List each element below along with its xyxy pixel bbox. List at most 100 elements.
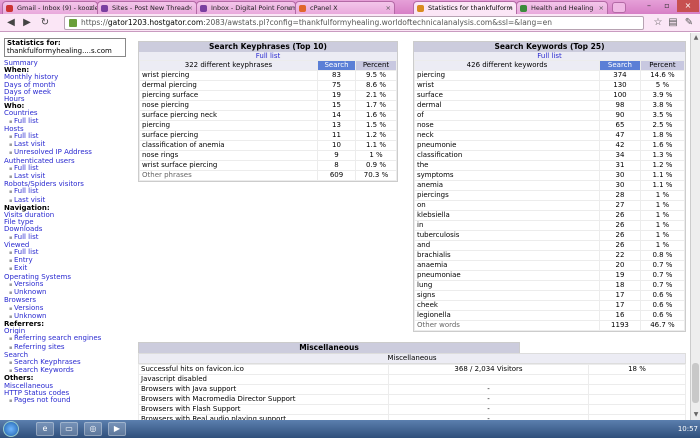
row-percent: 1.7 % — [355, 100, 397, 111]
row-percent: 0.7 % — [639, 260, 686, 271]
close-icon[interactable]: × — [89, 2, 94, 14]
misc-row: Browsers with Flash Support - — [138, 404, 686, 415]
tab-inbox-forum[interactable]: Inbox - Digital Point Forum × — [196, 1, 296, 14]
misc-item-percent: 18 % — [588, 364, 686, 375]
folder-icon[interactable]: ▭ — [60, 422, 78, 436]
row-term: dermal piercing — [139, 80, 318, 91]
row-percent: 1.1 % — [355, 140, 397, 151]
tab-label: Statistics for thankfulform — [428, 4, 513, 12]
misc-item-percent — [588, 384, 686, 395]
forward-arrow-icon[interactable]: ▶ — [20, 16, 34, 30]
row-search-count: 42 — [599, 140, 641, 151]
row-percent: 1.3 % — [639, 150, 686, 161]
col-percent-header: Percent — [355, 60, 397, 71]
row-percent: 1.8 % — [639, 130, 686, 141]
close-icon[interactable]: × — [188, 2, 193, 14]
address-bar[interactable]: https://gator1203.hostgator.com:2083/aws… — [64, 16, 644, 30]
explorer-icon[interactable]: e — [36, 422, 54, 436]
row-term: klebsiella — [414, 210, 600, 221]
row-search-count: 30 — [599, 180, 641, 191]
row-search-count: 75 — [317, 80, 356, 91]
chrome-icon[interactable]: ◎ — [84, 422, 102, 436]
minimize-icon[interactable]: – — [640, 0, 658, 12]
row-percent: 1.6 % — [639, 140, 686, 151]
row-search-count: 47 — [599, 130, 641, 141]
misc-item-value: - — [388, 404, 589, 415]
misc-item-percent — [588, 394, 686, 405]
table-row: classification of anemia 10 1.1 % — [139, 140, 397, 151]
page-content: Statistics for: thankfulformyhealing....… — [0, 33, 690, 420]
row-term: pneumoniae — [414, 270, 600, 281]
keyphrases-title: Search Keyphrases (Top 10) — [139, 42, 397, 52]
url-host: gator1203.hostgator.com — [107, 18, 204, 27]
tab-gmail[interactable]: Gmail - Inbox (9) - koozle × — [2, 1, 98, 14]
close-icon[interactable]: × — [599, 2, 604, 14]
new-tab-button[interactable] — [612, 2, 626, 13]
col-search-header: Search — [317, 60, 356, 71]
scroll-up-icon[interactable]: ▲ — [692, 34, 700, 42]
row-percent: 0.8 % — [639, 250, 686, 261]
page-scrollbar[interactable]: ▲ ▼ — [690, 33, 700, 420]
tab-statistics[interactable]: Statistics for thankfulform × — [413, 1, 517, 14]
row-search-count: 9 — [317, 150, 356, 161]
tab-health[interactable]: Health and Healing × — [516, 1, 608, 14]
row-search-count: 17 — [599, 290, 641, 301]
tab-label: cPanel X — [310, 4, 338, 12]
row-percent: 14.6 % — [639, 70, 686, 81]
misc-item-label: Javascript disabled — [138, 374, 389, 385]
tab-sites[interactable]: Sites - Post New Thread × — [97, 1, 197, 14]
table-row: classification 34 1.3 % — [414, 150, 686, 161]
row-percent: 1 % — [639, 190, 686, 201]
row-search-count: 100 — [599, 90, 641, 101]
row-search-count: 27 — [599, 200, 641, 211]
close-icon[interactable]: × — [287, 2, 292, 14]
row-term: lung — [414, 280, 600, 291]
maximize-icon[interactable]: ▫ — [658, 0, 676, 12]
close-icon[interactable]: × — [508, 2, 513, 14]
scroll-thumb[interactable] — [692, 363, 699, 403]
tab-label: Health and Healing — [531, 4, 594, 12]
table-row: the 31 1.2 % — [414, 160, 686, 171]
row-search-count: 8 — [317, 160, 356, 171]
close-icon[interactable]: × — [386, 2, 391, 14]
other-percent: 46.7 % — [639, 320, 686, 331]
misc-item-value: 368 / 2,034 Visitors — [388, 364, 589, 375]
row-term: symptoms — [414, 170, 600, 181]
row-term: legionella — [414, 310, 600, 321]
row-percent: 0.6 % — [639, 310, 686, 321]
row-term: surface piercing — [139, 130, 318, 141]
keywords-full-list-link[interactable]: Full list — [414, 52, 685, 60]
row-term: surface piercing neck — [139, 110, 318, 121]
keyphrases-full-list-link[interactable]: Full list — [139, 52, 397, 60]
table-row: nose 65 2.5 % — [414, 120, 686, 131]
row-term: nose rings — [139, 150, 318, 161]
row-search-count: 30 — [599, 170, 641, 181]
row-term: surface — [414, 90, 600, 101]
table-row: wrist piercing 83 9.5 % — [139, 70, 397, 81]
tab-strip: Gmail - Inbox (9) - koozle × Sites - Pos… — [0, 0, 700, 14]
table-row: dermal piercing 75 8.6 % — [139, 80, 397, 91]
media-icon[interactable]: ▶ — [108, 422, 126, 436]
row-search-count: 374 — [599, 70, 641, 81]
clock[interactable]: 10:57 — [678, 425, 698, 433]
wrench-icon[interactable]: ✎ — [682, 16, 696, 30]
misc-item-value: - — [388, 384, 589, 395]
system-tray: 10:57 — [678, 421, 698, 437]
start-button[interactable] — [3, 421, 19, 437]
keywords-table: 426 different keywords Search Percent pi… — [414, 60, 686, 331]
page-menu-icon[interactable]: ▤ — [666, 16, 680, 30]
gmail-icon — [6, 5, 13, 12]
misc-item-label: Browsers with Flash Support — [138, 404, 389, 415]
row-percent: 1 % — [639, 240, 686, 251]
window-close-icon[interactable]: × — [677, 0, 699, 12]
back-arrow-icon[interactable]: ◀ — [4, 16, 18, 30]
reload-icon[interactable]: ↻ — [38, 16, 52, 30]
bookmark-star-icon[interactable]: ☆ — [651, 16, 665, 30]
table-row: surface piercing neck 14 1.6 % — [139, 110, 397, 121]
table-row: pneumoniae 19 0.7 % — [414, 270, 686, 281]
menu-pages-not-found[interactable]: Pages not found — [4, 396, 132, 405]
stats-for-box: Statistics for: thankfulformyhealing....… — [4, 38, 126, 57]
scroll-down-icon[interactable]: ▼ — [692, 411, 700, 419]
tab-cpanel[interactable]: cPanel X × — [295, 1, 395, 14]
col-search-header: Search — [599, 60, 641, 71]
